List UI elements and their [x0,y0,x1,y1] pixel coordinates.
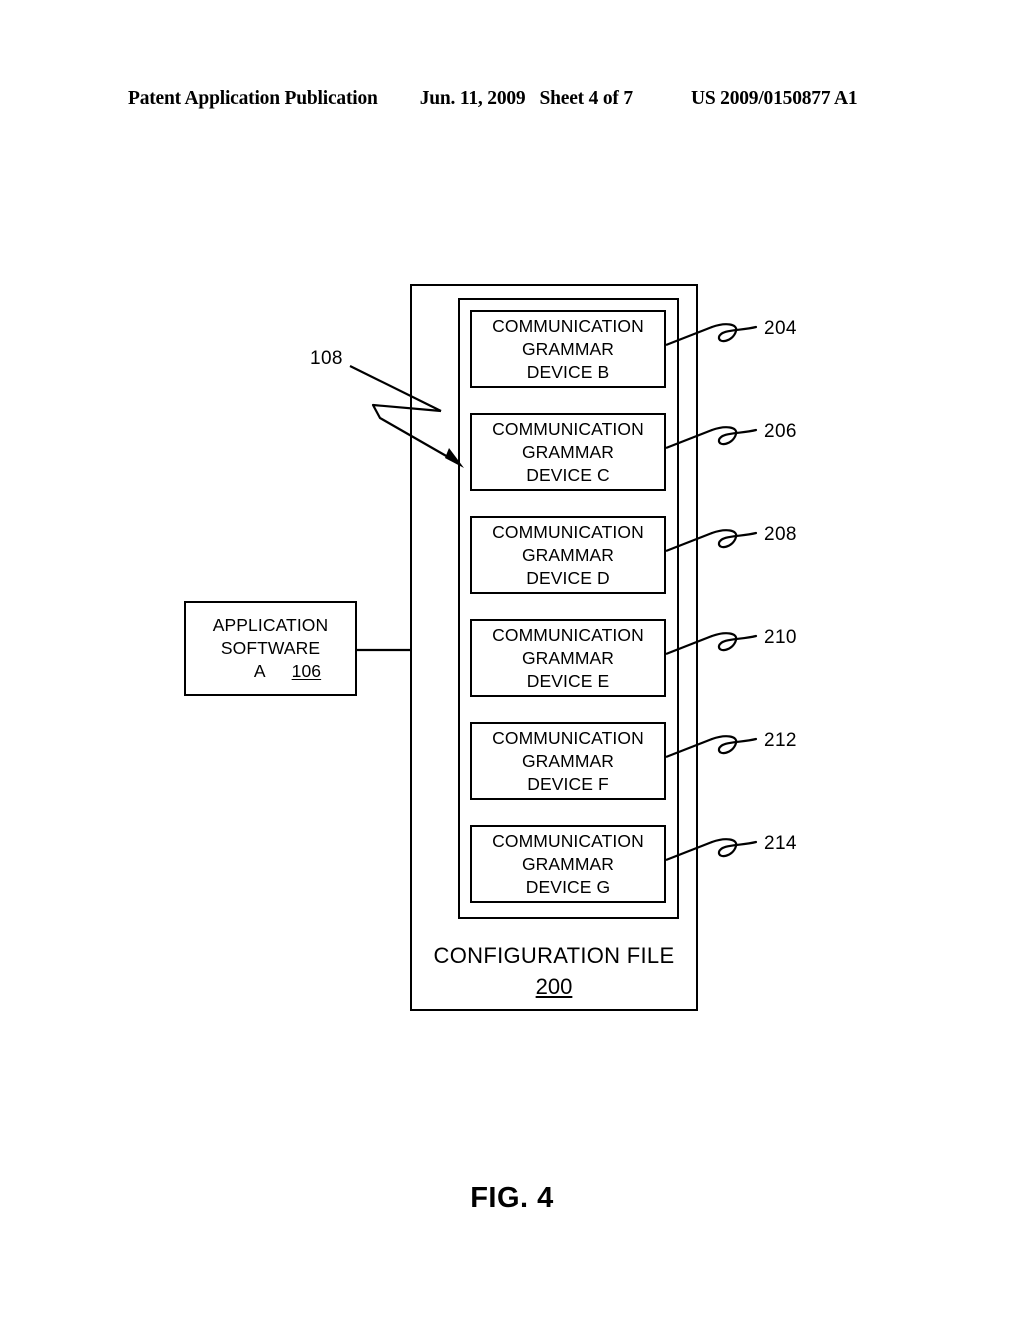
application-software-line-1: APPLICATION [212,615,329,635]
device-line-1: COMMUNICATION [492,830,644,851]
device-box-210: COMMUNICATION GRAMMAR DEVICE E [470,619,666,697]
device-line-2: GRAMMAR [521,338,615,359]
device-line-1: COMMUNICATION [492,624,644,645]
reference-numeral-204: 204 [764,318,797,339]
device-line-1: COMMUNICATION [492,315,644,336]
device-line-2: GRAMMAR [521,750,615,771]
reference-numeral-212: 212 [764,730,797,751]
reference-numeral-200: 200 [535,974,573,999]
reference-numeral-108: 108 [310,348,343,369]
device-box-206: COMMUNICATION GRAMMAR DEVICE C [470,413,666,491]
reference-numeral-106: 106 [291,661,322,681]
figure-drawing-area: COMMUNICATION GRAMMAR DEVICE B COMMUNICA… [0,0,1024,1320]
device-line-3: DEVICE F [527,773,609,794]
device-line-1: COMMUNICATION [492,727,644,748]
device-box-204: COMMUNICATION GRAMMAR DEVICE B [470,310,666,388]
reference-numeral-208: 208 [764,524,797,545]
configuration-file-caption: CONFIGURATION FILE 200 [410,942,698,1001]
application-software-line-3: A 106 [220,660,321,683]
device-box-214: COMMUNICATION GRAMMAR DEVICE G [470,825,666,903]
device-line-2: GRAMMAR [521,647,615,668]
device-line-3: DEVICE D [526,567,610,588]
device-line-3: DEVICE G [525,876,611,897]
device-line-3: DEVICE C [526,464,610,485]
device-box-208: COMMUNICATION GRAMMAR DEVICE D [470,516,666,594]
configuration-file-label: CONFIGURATION FILE [433,943,675,968]
figure-caption: FIG. 4 [470,1182,554,1214]
device-line-2: GRAMMAR [521,853,615,874]
device-box-212: COMMUNICATION GRAMMAR DEVICE F [470,722,666,800]
reference-numeral-206: 206 [764,421,797,442]
device-line-1: COMMUNICATION [492,521,644,542]
device-line-3: DEVICE B [526,361,610,382]
device-line-2: GRAMMAR [521,544,615,565]
application-software-box: APPLICATION SOFTWARE A 106 [184,601,357,696]
device-line-1: COMMUNICATION [492,418,644,439]
device-line-2: GRAMMAR [521,441,615,462]
device-line-3: DEVICE E [526,670,610,691]
reference-numeral-214: 214 [764,833,797,854]
application-software-line-2: SOFTWARE [220,638,321,658]
reference-numeral-210: 210 [764,627,797,648]
application-software-letter: A [253,661,266,681]
